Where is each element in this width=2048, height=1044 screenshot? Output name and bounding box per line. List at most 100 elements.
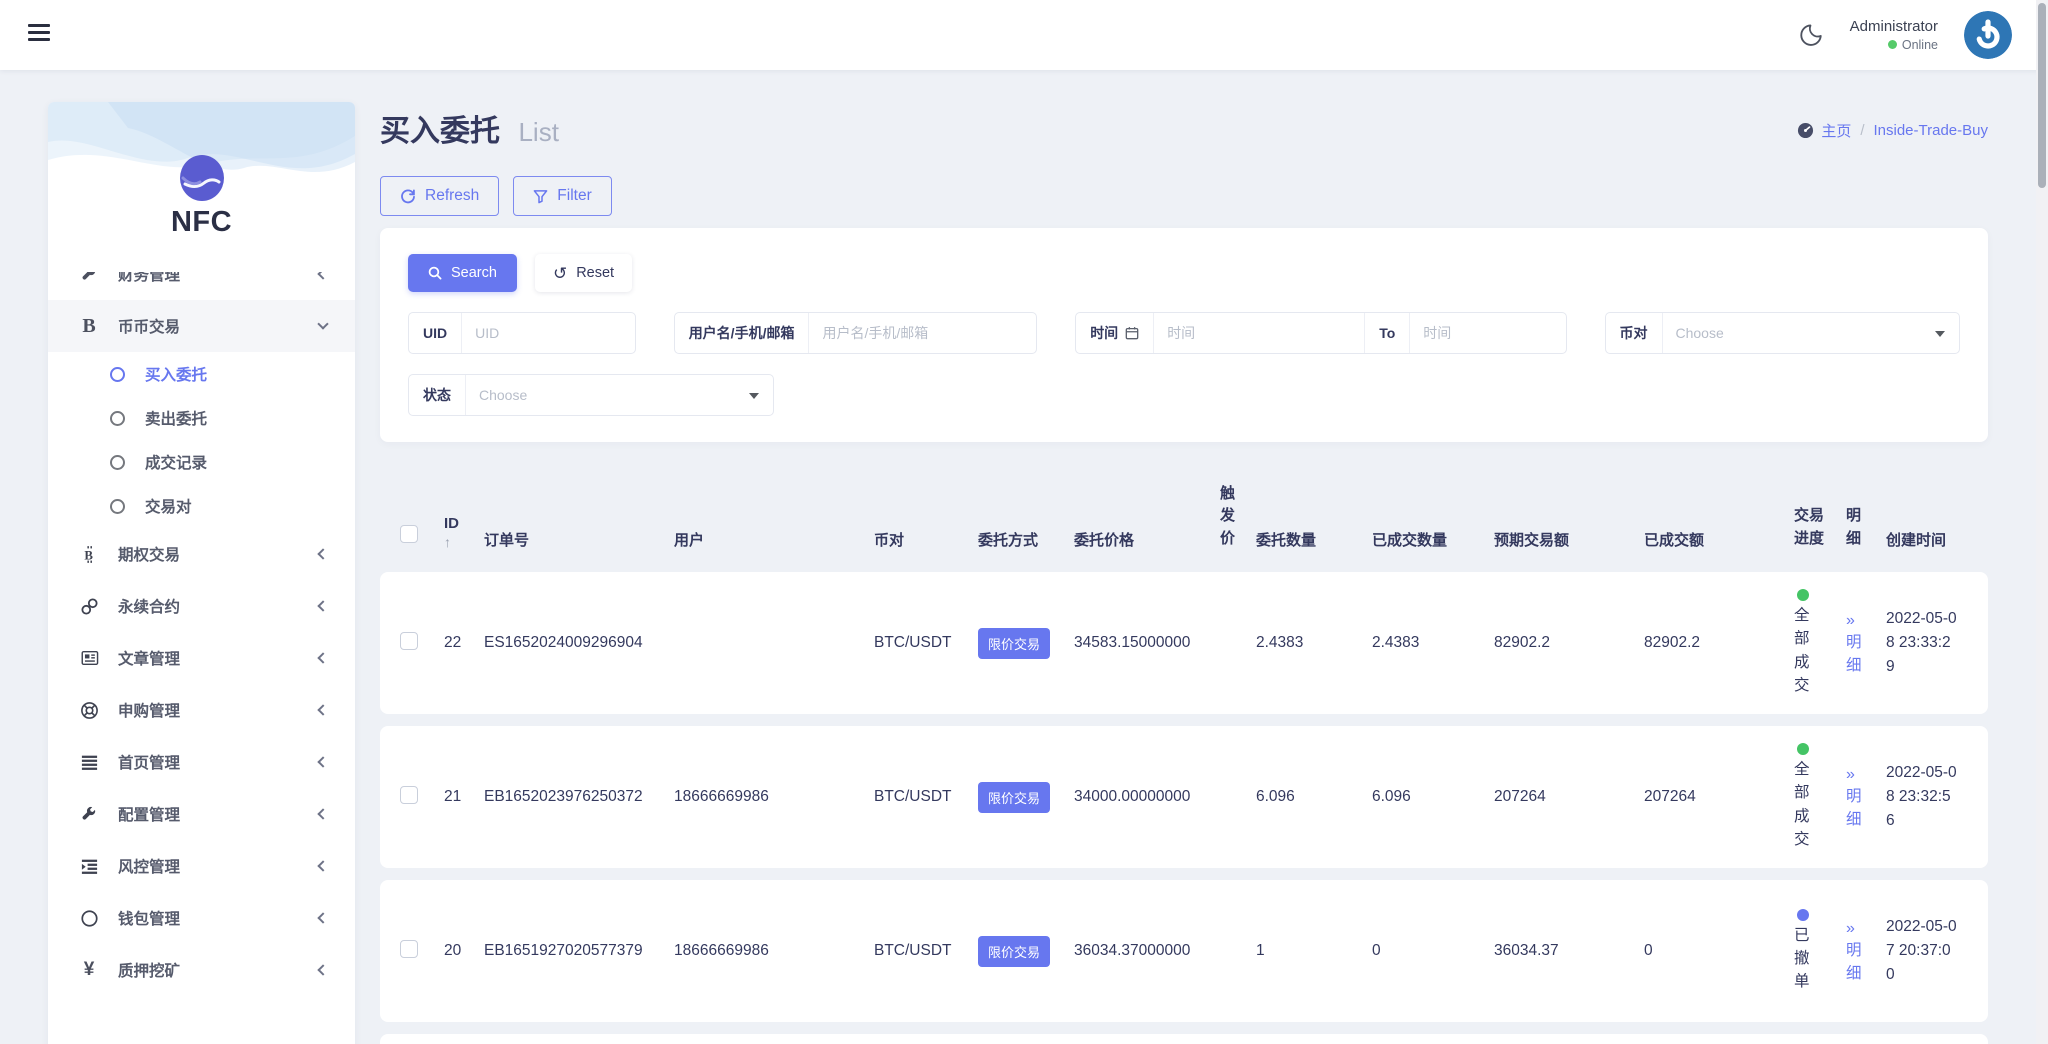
sidebar-item-options-trade[interactable]: B 期权交易	[48, 528, 355, 580]
sort-asc-icon[interactable]: ↑	[444, 534, 484, 550]
progress-dot-icon	[1797, 589, 1809, 601]
row-checkbox[interactable]	[400, 632, 418, 650]
order-type-badge: 限价交易	[978, 936, 1050, 967]
sidebar-toggle-icon[interactable]	[28, 24, 50, 45]
sidebar-item-label: 首页管理	[118, 751, 180, 773]
avatar[interactable]	[1964, 11, 2012, 59]
sidebar-item-staking-mining[interactable]: ¥ 质押挖矿	[48, 944, 355, 996]
sidebar-subitem-label: 卖出委托	[145, 407, 207, 429]
chevron-left-icon	[317, 860, 328, 871]
detail-link[interactable]: » 明细	[1846, 917, 1886, 985]
sidebar-item-label: 配置管理	[118, 803, 180, 825]
brand-logo	[179, 154, 225, 202]
col-header-created-at: 创建时间	[1886, 529, 1966, 550]
detail-link[interactable]: » 明细	[1846, 609, 1886, 677]
sidebar-item-subscription-management[interactable]: 申购管理	[48, 684, 355, 736]
breadcrumb-home-link[interactable]: 主页	[1797, 120, 1851, 141]
status-filter-group: 状态	[408, 374, 774, 416]
chevron-left-icon	[317, 652, 328, 663]
chain-icon	[78, 595, 100, 617]
sidebar-subitem-label: 买入委托	[145, 363, 207, 385]
sidebar-item-label: 风控管理	[118, 855, 180, 877]
sidebar-item-article-management[interactable]: 文章管理	[48, 632, 355, 684]
sidebar-item-config-management[interactable]: 配置管理	[48, 788, 355, 840]
sidebar-item-label: 文章管理	[118, 647, 180, 669]
col-header-amount: 委托数量	[1256, 529, 1372, 550]
dark-mode-moon-icon[interactable]	[1798, 22, 1824, 48]
cell-created-at: 2022-05-08 23:32:56	[1886, 761, 1958, 833]
detail-link[interactable]: » 明细	[1846, 763, 1886, 831]
sidebar: NFC 财务管理 B 币币交易 买入委托	[48, 102, 355, 1044]
order-type-badge: 限价交易	[978, 782, 1050, 813]
cell-filled-amount: 0	[1372, 942, 1494, 960]
col-header-trigger-price: 触发价	[1220, 483, 1256, 551]
chevron-left-icon	[317, 548, 328, 559]
cell-expected-total: 36034.37	[1494, 942, 1644, 960]
scrollbar-track[interactable]	[2036, 0, 2048, 1044]
time-to-label: To	[1364, 313, 1410, 353]
circle-bullet-icon	[110, 367, 125, 382]
select-all-checkbox[interactable]	[400, 525, 418, 543]
undo-icon: ↺	[553, 265, 567, 282]
sidebar-item-label: 钱包管理	[118, 907, 180, 929]
bitcoin-icon: B	[78, 543, 100, 565]
user-menu[interactable]: Administrator Online	[1850, 17, 1938, 53]
table-header: ID ↑ 订单号 用户 币对 委托方式 委托价格 触发价 委托数量 已成交数量 …	[380, 474, 1988, 560]
time-from-input[interactable]	[1154, 313, 1364, 353]
circle-bullet-icon	[110, 455, 125, 470]
cell-id: 21	[444, 788, 484, 806]
refresh-icon	[400, 188, 416, 204]
sidebar-subitem-buy-orders[interactable]: 买入委托	[48, 352, 355, 396]
cell-filled-total: 0	[1644, 942, 1794, 960]
life-ring-icon	[78, 699, 100, 721]
uid-input[interactable]	[462, 313, 635, 353]
filter-panel: Search ↺ Reset UID 用户名/手机/邮箱	[380, 228, 1988, 442]
sidebar-subitem-sell-orders[interactable]: 卖出委托	[48, 396, 355, 440]
chevron-left-icon	[317, 756, 328, 767]
search-button[interactable]: Search	[408, 254, 517, 292]
cell-user: 18666669986	[674, 942, 874, 960]
user-label: 用户名/手机/邮箱	[675, 313, 810, 353]
sidebar-item-risk-management[interactable]: 风控管理	[48, 840, 355, 892]
refresh-button[interactable]: Refresh	[380, 176, 499, 216]
col-header-progress: 交易进度	[1794, 505, 1846, 550]
cell-progress: 已撤单	[1794, 909, 1846, 994]
table-row: 22 ES1652024009296904 BTC/USDT 限价交易 3458…	[380, 572, 1988, 714]
sidebar-subitem-label: 交易对	[145, 495, 192, 517]
uid-label: UID	[409, 313, 462, 353]
brand-name: NFC	[48, 206, 355, 239]
time-to-input[interactable]	[1410, 313, 1565, 353]
sidebar-subitem-trade-records[interactable]: 成交记录	[48, 440, 355, 484]
sidebar-subitem-label: 成交记录	[145, 451, 207, 473]
sidebar-item-label: 申购管理	[118, 699, 180, 721]
cell-expected-total: 82902.2	[1494, 634, 1644, 652]
funnel-icon	[533, 189, 548, 204]
sidebar-item-perpetual-contracts[interactable]: 永续合约	[48, 580, 355, 632]
reset-button[interactable]: ↺ Reset	[535, 254, 632, 292]
cell-created-at: 2022-05-07 20:37:00	[1886, 915, 1958, 987]
online-status-dot-icon	[1888, 40, 1897, 49]
wrench-icon	[78, 803, 100, 825]
user-input[interactable]	[809, 313, 1036, 353]
cell-filled-amount: 6.096	[1372, 788, 1494, 806]
breadcrumb-current[interactable]: Inside-Trade-Buy	[1874, 122, 1989, 139]
sidebar-item-wallet-management[interactable]: 钱包管理	[48, 892, 355, 944]
pair-select[interactable]	[1663, 313, 1960, 353]
cell-filled-total: 82902.2	[1644, 634, 1794, 652]
row-checkbox[interactable]	[400, 940, 418, 958]
circle-bullet-icon	[110, 499, 125, 514]
col-header-id[interactable]: ID ↑	[444, 515, 484, 550]
sidebar-item-spot-trade[interactable]: B 币币交易	[48, 300, 355, 352]
breadcrumb: 主页 / Inside-Trade-Buy	[1797, 120, 1988, 141]
coin-b-icon: B	[78, 315, 100, 337]
sidebar-subitem-trade-pairs[interactable]: 交易对	[48, 484, 355, 528]
row-checkbox[interactable]	[400, 786, 418, 804]
double-angle-icon: »	[1846, 609, 1886, 632]
status-select[interactable]	[466, 375, 773, 415]
scrollbar-thumb[interactable]	[2038, 3, 2046, 188]
circle-icon	[78, 907, 100, 929]
double-angle-icon: »	[1846, 763, 1886, 786]
sidebar-item-homepage-management[interactable]: 首页管理	[48, 736, 355, 788]
filter-button[interactable]: Filter	[513, 176, 611, 216]
chevron-left-icon	[317, 704, 328, 715]
